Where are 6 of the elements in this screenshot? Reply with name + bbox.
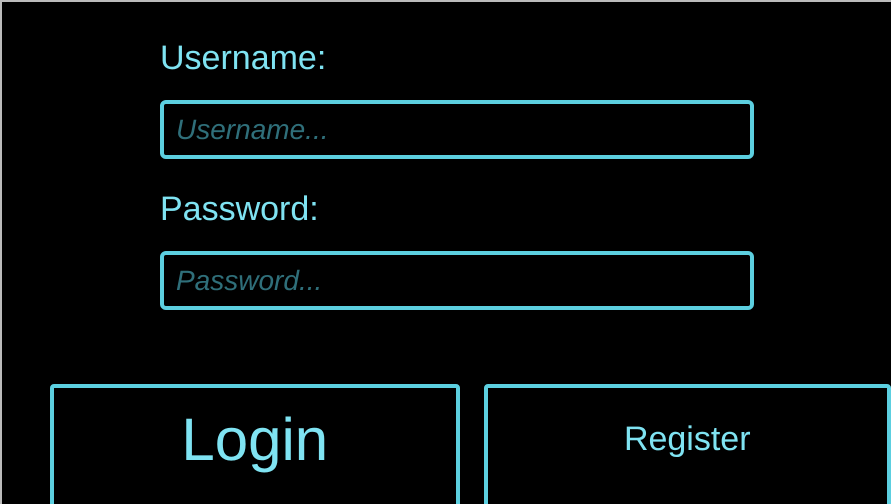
- field-label: Password:: [160, 189, 320, 229]
- input-field[interactable]: Password...: [160, 251, 754, 310]
- input-field[interactable]: Username...: [160, 100, 754, 159]
- field-label: Username:: [160, 38, 328, 78]
- register-button[interactable]: Register: [484, 384, 891, 504]
- login-button[interactable]: Login: [50, 384, 460, 504]
